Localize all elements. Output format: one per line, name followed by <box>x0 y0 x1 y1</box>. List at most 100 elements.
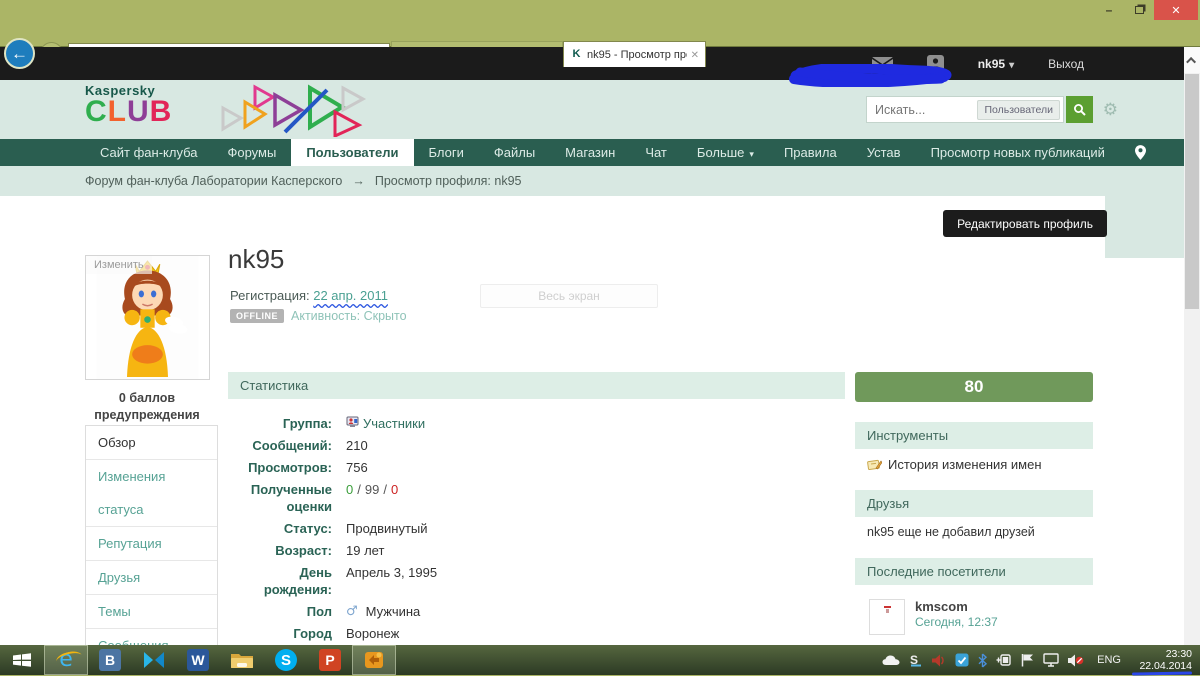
breadcrumb-root[interactable]: Форум фан-клуба Лаборатории Касперского <box>85 174 342 188</box>
location-pin-icon[interactable] <box>1120 139 1161 166</box>
logout-link[interactable]: Выход <box>1048 57 1084 71</box>
search-input[interactable] <box>867 102 978 117</box>
stat-label: Группа: <box>282 416 332 431</box>
scrollbar-thumb[interactable] <box>1185 74 1199 309</box>
visitors-title: Последние посетители <box>855 558 1093 585</box>
taskbar-orange-app-icon[interactable] <box>352 645 396 675</box>
change-avatar-overlay[interactable]: Изменить <box>86 256 152 274</box>
username-menu[interactable]: nk95 <box>978 57 1014 71</box>
scrollbar-up-arrow[interactable] <box>1184 47 1200 73</box>
main-navigation: Сайт фан-клуба Форумы Пользователи Блоги… <box>0 139 1184 166</box>
search-submit-button[interactable] <box>1066 96 1093 123</box>
taskbar-powerpoint-icon[interactable]: P <box>308 645 352 675</box>
taskbar-media-app-icon[interactable] <box>132 645 176 675</box>
logo-triangles-art <box>221 84 367 137</box>
taskbar-ie-icon[interactable]: e <box>44 645 88 675</box>
header-gear-icon[interactable] <box>1103 100 1118 120</box>
stat-value[interactable]: Участники <box>363 415 425 432</box>
volume-loud-icon[interactable] <box>932 654 946 667</box>
nav-shop[interactable]: Магазин <box>550 139 630 166</box>
menu-status-updates[interactable]: Изменения статуса <box>86 459 217 526</box>
close-button[interactable] <box>1154 0 1198 20</box>
stat-value: Воронеж <box>346 626 400 641</box>
nav-blogs[interactable]: Блоги <box>414 139 479 166</box>
stat-value-ratings: 0 / 99 / 0 <box>346 482 399 497</box>
menu-overview[interactable]: Обзор <box>86 426 217 459</box>
visitor-row: kmscom Сегодня, 12:37 <box>867 593 1081 641</box>
tab-active[interactable]: K nk95 - Просмотр профиля... <box>563 41 706 67</box>
fullscreen-button[interactable]: Весь экран <box>480 284 658 308</box>
visitor-time: Сегодня, 12:37 <box>915 615 998 629</box>
page-viewport: nk95 Выход Kaspersky CLUB Пользователи С… <box>0 47 1184 645</box>
clock-time: 23:30 <box>1165 648 1192 660</box>
search-box[interactable]: Пользователи <box>866 96 1064 123</box>
registration-date: 22 апр. 2011 <box>313 288 388 303</box>
breadcrumb-arrow: → <box>352 174 365 188</box>
taskbar-clock[interactable]: 23:30 22.04.2014 <box>1131 648 1193 676</box>
nav-new-posts[interactable]: Просмотр новых публикаций <box>916 139 1120 166</box>
search-scope-button[interactable]: Пользователи <box>977 99 1060 120</box>
brand-club: CLUB <box>85 95 173 128</box>
stat-label: Город <box>293 626 332 641</box>
antivirus-icon[interactable] <box>955 653 969 667</box>
action-center-flag-icon[interactable] <box>1021 653 1034 667</box>
nav-charter[interactable]: Устав <box>852 139 916 166</box>
nav-chat[interactable]: Чат <box>630 139 682 166</box>
menu-topics[interactable]: Темы <box>86 594 217 628</box>
avatar-image <box>96 256 199 379</box>
volume-muted-icon[interactable] <box>1068 654 1084 667</box>
visitor-avatar[interactable] <box>869 599 905 635</box>
power-plug-icon[interactable] <box>996 653 1012 667</box>
profile-menu: Обзор Изменения статуса Репутация Друзья… <box>85 425 218 645</box>
profile-username: nk95 <box>228 244 285 274</box>
chevron-down-icon <box>1005 57 1014 71</box>
profile-content: Редактировать профиль Изменить 0 баллов … <box>0 196 1184 645</box>
stat-label: Сообщений: <box>252 438 332 453</box>
browser-toolbar: ← → K http://forum.kasperskyclub.ru/inde… <box>0 20 1200 87</box>
maximize-button[interactable] <box>1124 0 1154 20</box>
stat-value: 19 лет <box>346 543 385 558</box>
nav-more[interactable]: Больше <box>682 139 769 166</box>
stat-label: Статус: <box>283 521 332 536</box>
tools-title: Инструменты <box>855 422 1093 449</box>
minimize-button[interactable] <box>1094 0 1124 20</box>
bluetooth-icon[interactable] <box>978 652 988 668</box>
start-button[interactable] <box>0 645 44 675</box>
name-history-link[interactable]: История изменения имен <box>855 449 1093 480</box>
clock-date: 22.04.2014 <box>1139 660 1192 672</box>
language-indicator[interactable]: ENG <box>1097 654 1121 666</box>
taskbar-word-icon[interactable]: W <box>176 645 220 675</box>
offline-badge: OFFLINE <box>230 309 284 323</box>
group-icon <box>346 416 359 427</box>
taskbar-skype-icon[interactable]: S <box>264 645 308 675</box>
registration-line: Регистрация: 22 апр. 2011 <box>230 288 388 303</box>
nav-rules[interactable]: Правила <box>769 139 852 166</box>
tab-title: nk95 - Просмотр профиля... <box>587 48 687 61</box>
browser-titlebar <box>0 0 1200 20</box>
avatar[interactable]: Изменить <box>85 255 210 380</box>
skype-tray-icon[interactable]: S <box>909 653 923 667</box>
menu-messages[interactable]: Сообщения <box>86 628 217 645</box>
page-scrollbar[interactable] <box>1184 47 1200 645</box>
stat-value: Апрель 3, 1995 <box>346 565 438 580</box>
tab-close-icon[interactable] <box>687 49 699 61</box>
back-button[interactable]: ← <box>4 38 35 69</box>
reputation-badge: 80 <box>855 372 1093 402</box>
taskbar: e B W S P S ENG 23:30 22.04.2014 <box>0 645 1200 676</box>
taskbar-vk-icon[interactable]: B <box>88 645 132 675</box>
stat-value: Продвинутый <box>346 521 428 536</box>
taskbar-explorer-icon[interactable] <box>220 645 264 675</box>
nav-forums[interactable]: Форумы <box>212 139 291 166</box>
nav-users[interactable]: Пользователи <box>291 139 414 166</box>
tab-favicon-icon: K <box>570 48 583 61</box>
network-display-icon[interactable] <box>1043 653 1059 667</box>
stat-label: Пол <box>306 604 332 619</box>
nav-files[interactable]: Файлы <box>479 139 550 166</box>
menu-friends[interactable]: Друзья <box>86 560 217 594</box>
nav-site[interactable]: Сайт фан-клуба <box>85 139 212 166</box>
visitor-name[interactable]: kmscom <box>915 599 998 615</box>
onedrive-cloud-icon[interactable] <box>882 654 900 666</box>
site-header: Kaspersky CLUB Пользователи <box>0 80 1184 139</box>
site-logo[interactable]: Kaspersky CLUB <box>85 83 173 128</box>
menu-reputation[interactable]: Репутация <box>86 526 217 560</box>
